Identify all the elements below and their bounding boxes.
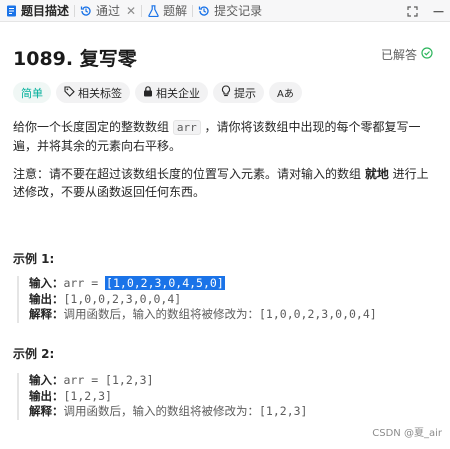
hint-label: 提示 — [234, 86, 256, 100]
difficulty-badge[interactable]: 简单 — [13, 82, 51, 103]
tab-bar: 题目描述 通过 ✕ 题解 提交记录 — [0, 0, 450, 22]
inline-code: arr — [172, 120, 201, 135]
related-tags-label: 相关标签 — [78, 86, 122, 100]
related-companies-button[interactable]: 相关企业 — [135, 82, 208, 103]
example-1-block: 输入：arr = [1,0,2,3,0,4,5,0] 输出：[1,0,0,2,3… — [17, 276, 377, 323]
input-value: [1,0,2,3,0,4,5,0] — [105, 276, 225, 290]
explain-value: 调用函数后，输入的数组将被修改为：[1,0,0,2,3,0,0,4] — [63, 307, 377, 321]
tab-description[interactable]: 题目描述 — [0, 0, 74, 22]
difficulty-label: 简单 — [21, 86, 43, 100]
example-explain-line: 解释：调用函数后，输入的数组将被修改为：[1,2,3] — [29, 404, 307, 420]
solved-label: 已解答 — [380, 48, 417, 62]
explain-label: 解释： — [29, 307, 64, 321]
problem-title: 1089. 复写零 — [13, 48, 137, 70]
explain-value: 调用函数后，输入的数组将被修改为：[1,2,3] — [63, 404, 308, 418]
tab-label: 题目描述 — [21, 4, 70, 18]
output-value: [1,2,3] — [63, 388, 112, 403]
description-text: 给你一个长度固定的整数数组 — [13, 120, 173, 134]
solved-status: 已解答 — [381, 46, 433, 63]
explain-label: 解释： — [29, 404, 64, 418]
history-icon — [198, 5, 210, 17]
lightbulb-icon — [221, 85, 231, 100]
tab-solutions[interactable]: 题解 — [142, 0, 192, 22]
tab-accepted[interactable]: 通过 ✕ — [75, 0, 141, 22]
example-explain-line: 解释：调用函数后，输入的数组将被修改为：[1,0,0,2,3,0,0,4] — [29, 307, 377, 323]
document-icon — [5, 5, 17, 17]
input-label: 输入： — [29, 373, 64, 387]
output-value: [1,0,0,2,3,0,0,4] — [63, 291, 182, 306]
output-label: 输出： — [29, 291, 64, 306]
tab-submissions[interactable]: 提交记录 — [193, 0, 267, 22]
tag-icon — [64, 85, 75, 100]
watermark: CSDN @夏_air — [372, 428, 442, 439]
hint-button[interactable]: 提示 — [213, 82, 264, 103]
window-controls — [406, 0, 444, 22]
description-bold: 就地 — [364, 167, 389, 181]
tab-label: 通过 — [96, 4, 121, 18]
example-output-line: 输出：[1,0,0,2,3,0,0,4] — [29, 292, 377, 308]
related-tags-button[interactable]: 相关标签 — [56, 82, 130, 103]
related-companies-label: 相关企业 — [156, 86, 200, 100]
minimize-icon[interactable] — [432, 5, 444, 17]
description-paragraph-2: 注意：请不要在超过该数组长度的位置写入元素。请对输入的数组 就地 进行上述修改，… — [13, 165, 438, 201]
example-output-line: 输出：[1,2,3] — [29, 389, 307, 405]
example-input-line: 输入：arr = [1,2,3] — [29, 373, 307, 389]
example-2-block: 输入：arr = [1,2,3] 输出：[1,2,3] 解释：调用函数后，输入的… — [17, 373, 307, 420]
example-2-heading: 示例 2: — [13, 347, 55, 361]
translate-icon: Aあ — [277, 89, 294, 100]
input-value: [1,2,3] — [105, 373, 154, 387]
input-label: 输入： — [29, 276, 64, 290]
expand-icon[interactable] — [406, 5, 418, 17]
flask-icon — [147, 4, 159, 17]
input-prefix: arr = — [63, 373, 106, 387]
output-label: 输出： — [29, 388, 64, 403]
lock-icon — [143, 85, 153, 100]
tab-label: 提交记录 — [214, 4, 263, 18]
tab-label: 题解 — [163, 4, 188, 18]
history-icon — [80, 5, 92, 17]
input-prefix: arr = — [63, 276, 106, 290]
description-paragraph-1: 给你一个长度固定的整数数组 arr ，请你将该数组中出现的每个零都复写一遍，并将… — [13, 118, 438, 155]
example-input-line: 输入：arr = [1,0,2,3,0,4,5,0] — [29, 276, 377, 292]
check-circle-icon — [421, 47, 433, 62]
translate-button[interactable]: Aあ — [269, 82, 302, 103]
close-icon[interactable]: ✕ — [126, 4, 136, 18]
example-1-heading: 示例 1: — [13, 252, 55, 266]
description-text: 注意：请不要在超过该数组长度的位置写入元素。请对输入的数组 — [13, 167, 365, 181]
tag-row: 简单 相关标签 相关企业 提示 Aあ — [13, 82, 302, 103]
